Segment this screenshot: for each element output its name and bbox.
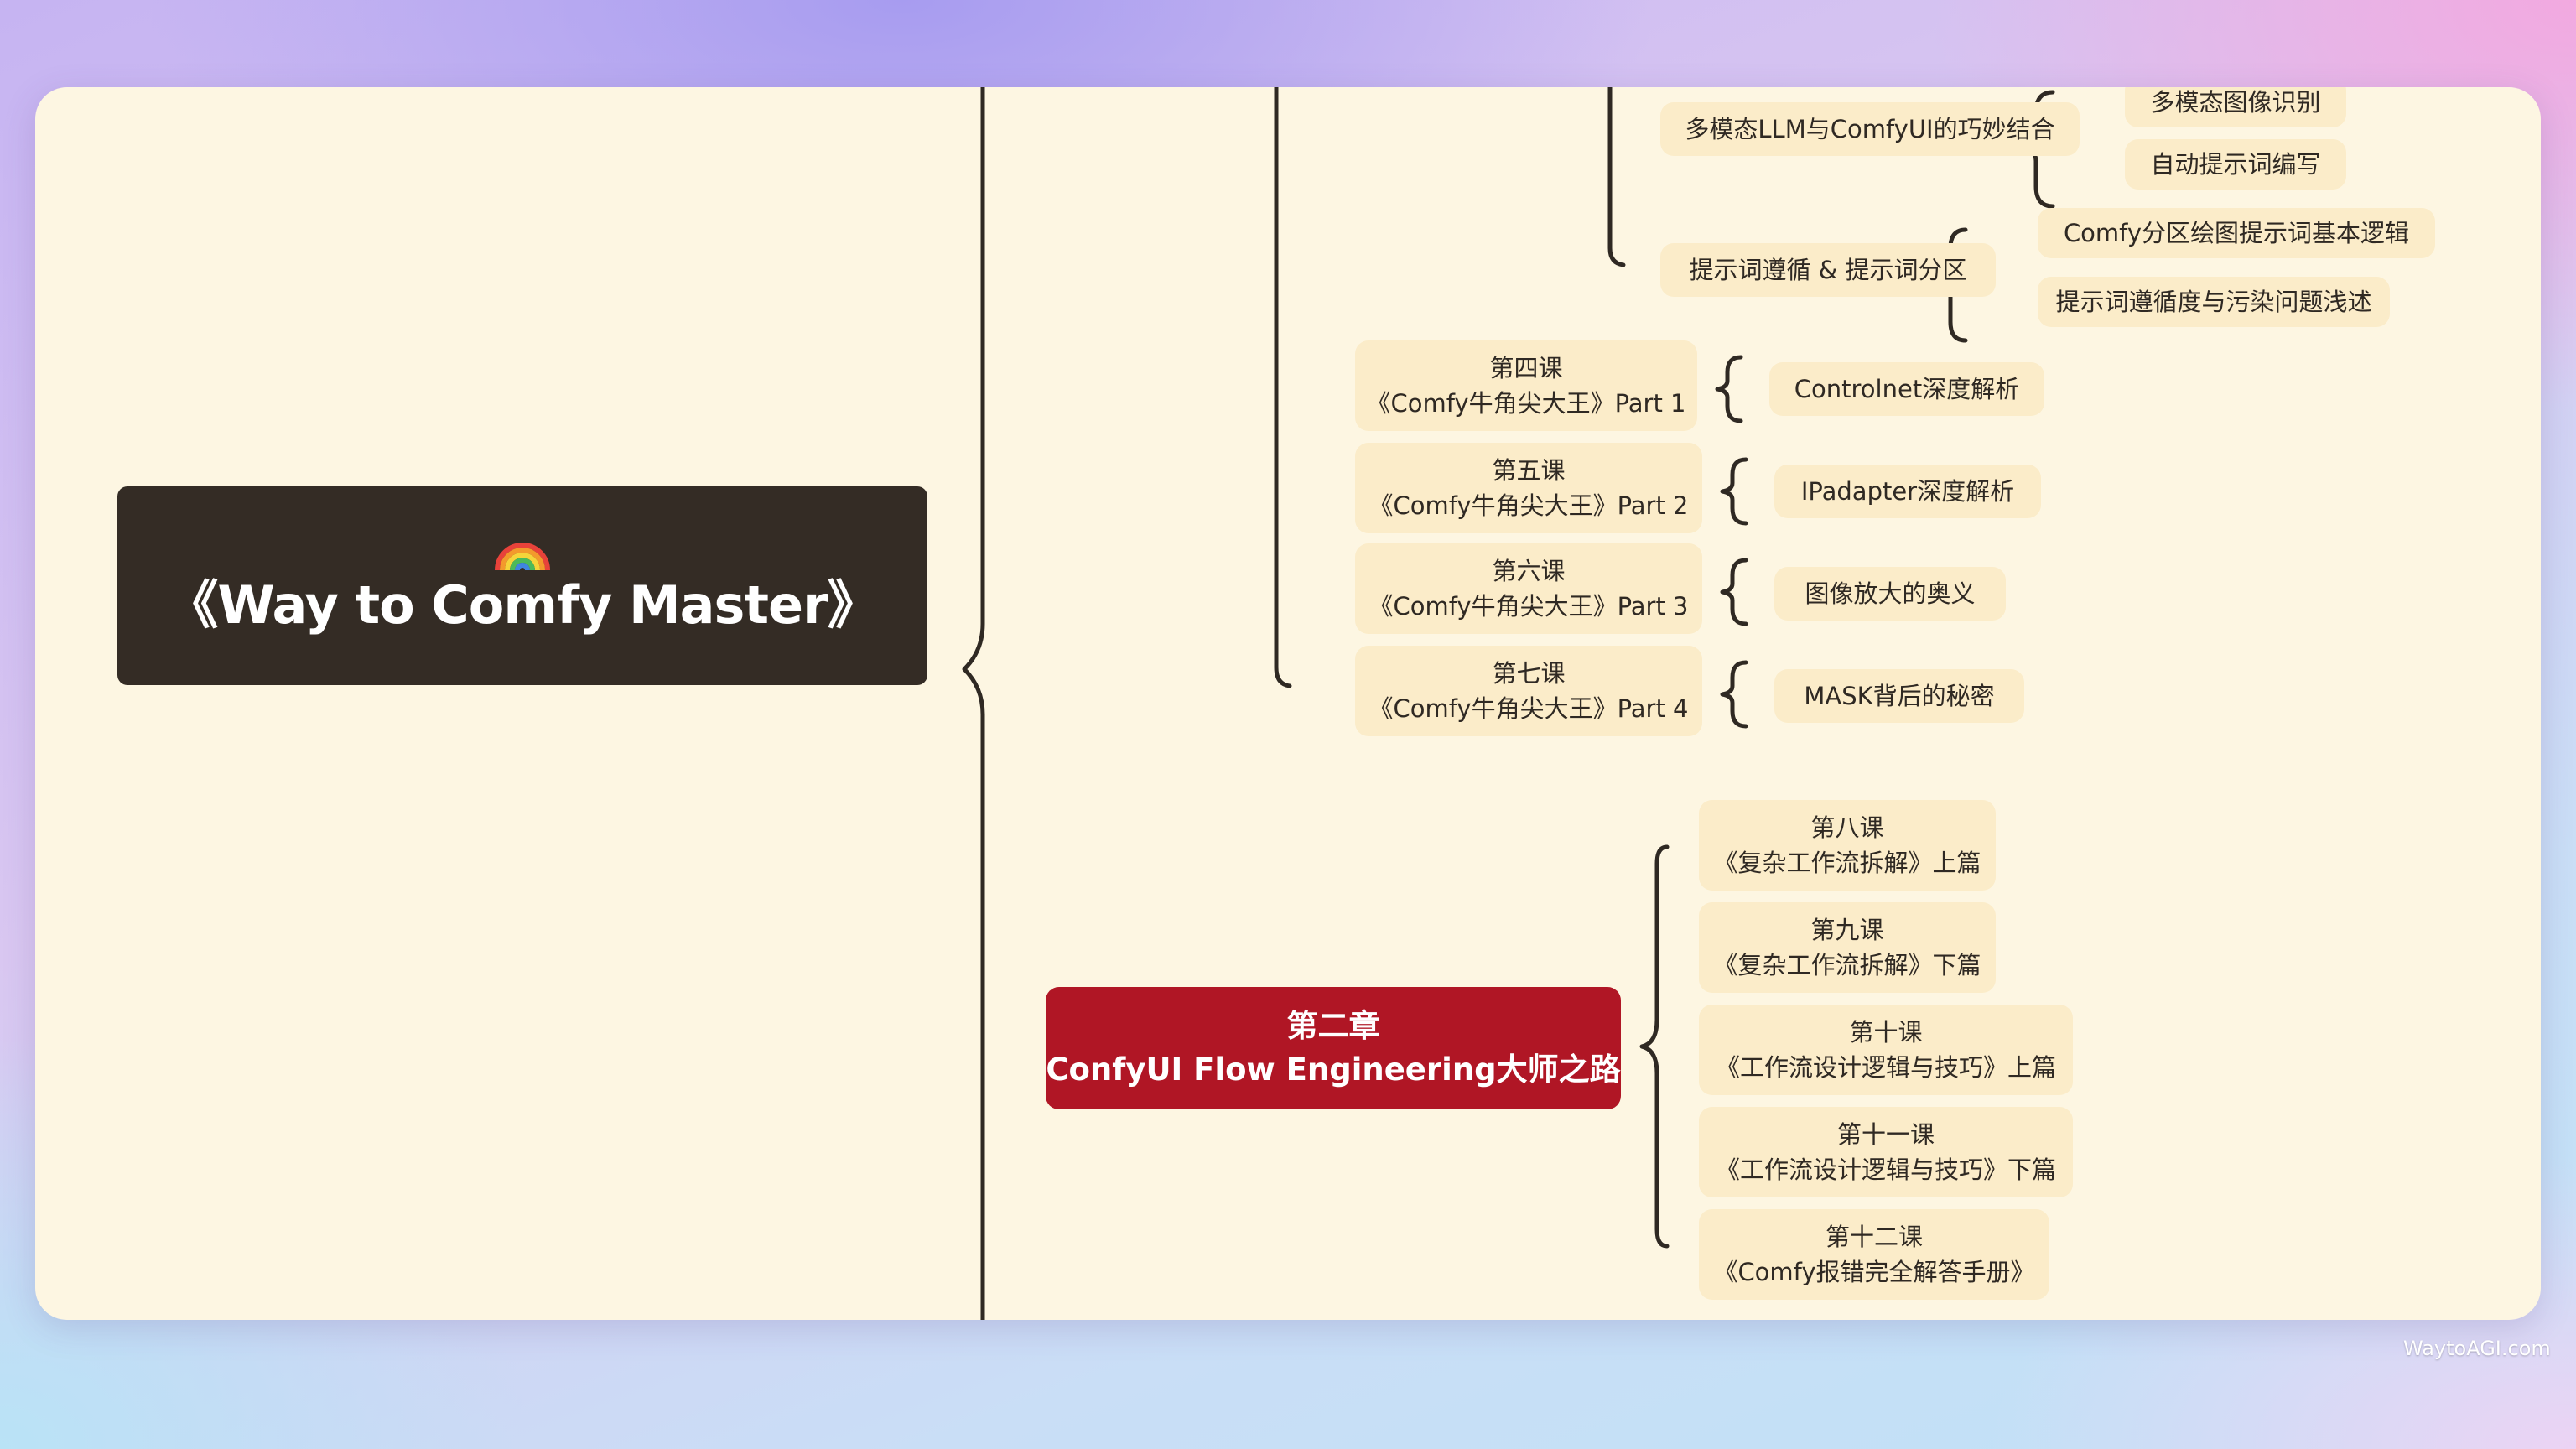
lesson-number: 第七课 <box>1492 659 1566 688</box>
lesson-number: 第十一课 <box>1836 1120 1935 1149</box>
lesson-11[interactable]: 第十一课 《工作流设计逻辑与技巧》下篇 <box>1699 1107 2073 1197</box>
lesson-8[interactable]: 第八课 《复杂工作流拆解》上篇 <box>1699 800 1996 891</box>
brace-lesson-6 <box>1720 558 1748 626</box>
mindmap-canvas: 《Way to Comfy Master》 多模态LLM与ComfyUI的巧妙结… <box>35 87 2541 1320</box>
lesson-10[interactable]: 第十课 《工作流设计逻辑与技巧》上篇 <box>1699 1005 2073 1095</box>
lesson-number: 第五课 <box>1492 456 1566 485</box>
subtopic-llm-comfy[interactable]: 多模态LLM与ComfyUI的巧妙结合 <box>1660 102 2080 156</box>
brace-lesson-7 <box>1720 660 1748 729</box>
chapter-title: ConfyUI Flow Engineering大师之路 <box>1046 1052 1621 1088</box>
sub-branch-line <box>1607 87 1626 267</box>
lesson-9[interactable]: 第九课 《复杂工作流拆解》下篇 <box>1699 902 1996 993</box>
lesson-4[interactable]: 第四课 《Comfy牛角尖大王》Part 1 <box>1355 340 1697 431</box>
subtopic-child-label: 多模态图像识别 <box>2150 88 2321 117</box>
root-title: 《Way to Comfy Master》 <box>166 574 879 636</box>
lesson-topic-label: Controlnet深度解析 <box>1794 375 2020 403</box>
lesson-title: 《工作流设计逻辑与技巧》上篇 <box>1715 1053 2056 1082</box>
subtopic-child-prompt-pollution[interactable]: 提示词遵循度与污染问题浅述 <box>2038 277 2390 327</box>
lesson-topic-label: 图像放大的奥义 <box>1805 579 1976 608</box>
lesson-4-topic[interactable]: Controlnet深度解析 <box>1769 362 2044 416</box>
connector-lines <box>962 87 2055 1320</box>
lesson-title: 《Comfy牛角尖大王》Part 3 <box>1368 592 1689 621</box>
lesson-5-topic[interactable]: IPadapter深度解析 <box>1774 465 2041 518</box>
lesson-title: 《工作流设计逻辑与技巧》下篇 <box>1715 1156 2056 1184</box>
rainbow-icon <box>495 542 550 570</box>
subtopic-child-image-recognition[interactable]: 多模态图像识别 <box>2125 87 2346 127</box>
lesson-6[interactable]: 第六课 《Comfy牛角尖大王》Part 3 <box>1355 543 1702 634</box>
chapter-2-node[interactable]: 第二章 ConfyUI Flow Engineering大师之路 <box>1046 987 1621 1109</box>
subtopic-label: 多模态LLM与ComfyUI的巧妙结合 <box>1685 115 2055 143</box>
lesson-number: 第四课 <box>1489 354 1563 382</box>
lesson-topic-label: IPadapter深度解析 <box>1800 477 2015 506</box>
subtopic-child-auto-prompt[interactable]: 自动提示词编写 <box>2125 139 2346 190</box>
lesson-6-topic[interactable]: 图像放大的奥义 <box>1774 567 2006 621</box>
subtopic-label: 提示词遵循 & 提示词分区 <box>1689 256 1967 284</box>
lesson-title: 《Comfy报错完全解答手册》 <box>1713 1258 2035 1286</box>
lesson-title: 《Comfy牛角尖大王》Part 4 <box>1368 694 1689 723</box>
lesson-number: 第十二课 <box>1825 1223 1923 1251</box>
trunk-line <box>962 87 985 1320</box>
lesson-5[interactable]: 第五课 《Comfy牛角尖大王》Part 2 <box>1355 443 1702 533</box>
subtopic-child-label: 自动提示词编写 <box>2150 150 2321 179</box>
lesson-number: 第十课 <box>1849 1018 1923 1046</box>
lesson-number: 第九课 <box>1810 916 1884 944</box>
subtopic-prompt-follow-region[interactable]: 提示词遵循 & 提示词分区 <box>1660 243 1996 297</box>
subtopic-child-label: 提示词遵循度与污染问题浅述 <box>2055 288 2372 316</box>
lesson-7[interactable]: 第七课 《Comfy牛角尖大王》Part 4 <box>1355 646 1702 736</box>
lesson-12[interactable]: 第十二课 《Comfy报错完全解答手册》 <box>1699 1209 2049 1300</box>
watermark: WaytoAGI.com <box>2403 1337 2551 1360</box>
lesson-title: 《复杂工作流拆解》下篇 <box>1713 951 1981 979</box>
subtopic-child-region-logic[interactable]: Comfy分区绘图提示词基本逻辑 <box>2038 208 2435 258</box>
brace-chapter-2 <box>1639 844 1670 1249</box>
lesson-number: 第六课 <box>1492 557 1566 585</box>
brace-lesson-4 <box>1715 355 1743 423</box>
lesson-title: 《复杂工作流拆解》上篇 <box>1713 849 1981 877</box>
root-node[interactable]: 《Way to Comfy Master》 <box>117 486 927 685</box>
lesson-title: 《Comfy牛角尖大王》Part 1 <box>1366 389 1686 418</box>
brace-lesson-5 <box>1720 457 1748 526</box>
lesson-topic-label: MASK背后的秘密 <box>1804 682 1995 710</box>
lesson-title: 《Comfy牛角尖大王》Part 2 <box>1368 491 1689 520</box>
upper-branch-line <box>1274 87 1292 688</box>
lesson-7-topic[interactable]: MASK背后的秘密 <box>1774 669 2024 723</box>
lesson-number: 第八课 <box>1810 813 1884 842</box>
subtopic-child-label: Comfy分区绘图提示词基本逻辑 <box>2063 219 2410 247</box>
chapter-number: 第二章 <box>1286 1008 1380 1044</box>
